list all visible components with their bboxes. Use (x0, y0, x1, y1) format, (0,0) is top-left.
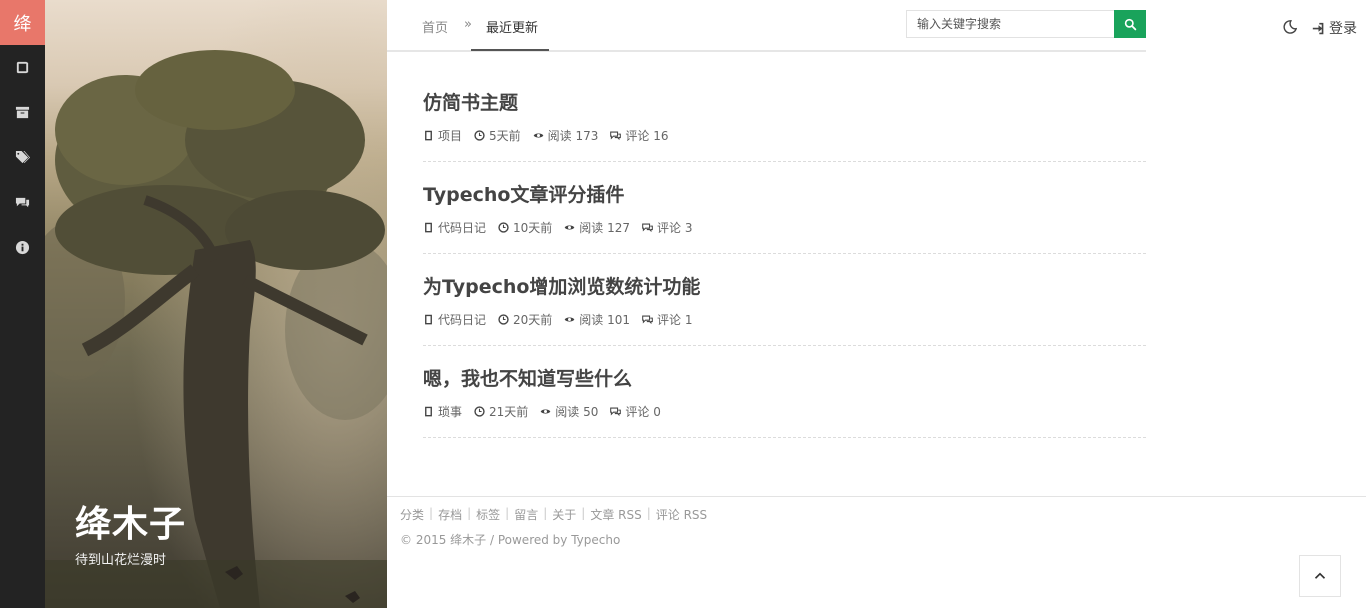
info-icon[interactable] (0, 225, 45, 270)
comments-icon (610, 131, 622, 141)
post-time: 10天前 (513, 221, 553, 235)
clock-icon (474, 130, 485, 141)
post-item: 仿简书主题 项目 5天前 阅读 173 评论 16 (423, 70, 1146, 162)
post-comments: 评论 0 (625, 405, 661, 419)
footer-link-comments-rss[interactable]: 评论 RSS (656, 506, 707, 523)
eye-icon (564, 225, 575, 230)
divider: | (429, 506, 434, 520)
footer-link-archive[interactable]: 存档 (438, 506, 462, 523)
comments-icon (642, 223, 653, 233)
divider: | (581, 506, 586, 520)
book-icon[interactable] (0, 45, 45, 90)
eye-icon (533, 133, 543, 138)
back-to-top-button[interactable] (1299, 555, 1341, 597)
login-label: 登录 (1329, 21, 1357, 37)
footer-links: 分类 | 存档 | 标签 | 留言 | 关于 | 文章 RSS | 评论 RSS (400, 506, 707, 523)
eye-icon (564, 317, 575, 322)
hero-image-panel: 绛木子 待到山花烂漫时 (45, 0, 387, 608)
post-title[interactable]: 嗯，我也不知道写些什么 (423, 364, 632, 391)
footer-link-guestbook[interactable]: 留言 (514, 506, 538, 523)
post-item: Typecho文章评分插件 代码日记 10天前 阅读 127 评论 3 (423, 162, 1146, 254)
site-subtitle: 待到山花烂漫时 (75, 553, 167, 568)
search-input[interactable] (906, 10, 1114, 38)
comments-icon (642, 315, 653, 325)
post-views: 阅读 50 (555, 405, 599, 419)
clock-icon (498, 222, 509, 233)
site-logo[interactable]: 绛 (0, 0, 45, 45)
post-views: 阅读 173 (547, 129, 599, 143)
book-icon (425, 130, 432, 141)
post-category[interactable]: 代码日记 (438, 311, 486, 328)
post-views: 阅读 101 (579, 313, 631, 327)
post-category[interactable]: 项目 (438, 127, 462, 144)
post-list: 仿简书主题 项目 5天前 阅读 173 评论 16 Typecho文章评分插件 … (423, 70, 1146, 438)
site-title: 绛木子 (75, 504, 187, 545)
chevron-up-icon (1314, 572, 1326, 579)
post-comments: 评论 16 (625, 129, 669, 143)
post-views: 阅读 127 (579, 221, 631, 235)
divider: | (467, 506, 472, 520)
copyright: © 2015 绛木子 / Powered by Typecho (400, 533, 621, 547)
post-comments: 评论 1 (657, 313, 693, 327)
book-icon (425, 314, 432, 325)
post-category[interactable]: 琐事 (438, 403, 462, 420)
footer-link-about[interactable]: 关于 (552, 506, 576, 523)
search-button[interactable] (1114, 10, 1146, 38)
post-time: 20天前 (513, 313, 553, 327)
footer: 分类 | 存档 | 标签 | 留言 | 关于 | 文章 RSS | 评论 RSS © 201… (387, 496, 1366, 608)
archive-icon[interactable] (0, 90, 45, 135)
post-time: 5天前 (489, 129, 521, 143)
search-form (906, 10, 1146, 38)
post-meta: 琐事 21天前 阅读 50 评论 0 (423, 403, 661, 420)
left-sidebar: 绛 (0, 0, 45, 608)
sign-in-icon (1312, 22, 1324, 34)
post-item: 嗯，我也不知道写些什么 琐事 21天前 阅读 50 评论 0 (423, 346, 1146, 438)
footer-link-tags[interactable]: 标签 (476, 506, 500, 523)
footer-link-categories[interactable]: 分类 (400, 506, 424, 523)
login-button[interactable]: 登录 (1312, 18, 1357, 38)
tags-icon[interactable] (0, 135, 45, 180)
post-title[interactable]: Typecho文章评分插件 (423, 180, 624, 207)
moon-icon[interactable] (1283, 20, 1297, 34)
active-tab-underline (471, 49, 549, 51)
book-icon (425, 406, 432, 417)
search-icon (1124, 18, 1136, 30)
eye-icon (540, 409, 551, 414)
post-meta: 代码日记 20天前 阅读 101 评论 1 (423, 311, 692, 328)
post-title[interactable]: 为Typecho增加浏览数统计功能 (423, 272, 700, 299)
breadcrumb-current: 最近更新 (486, 21, 539, 36)
post-comments: 评论 3 (657, 221, 693, 235)
post-item: 为Typecho增加浏览数统计功能 代码日记 20天前 阅读 101 评论 1 (423, 254, 1146, 346)
comments-icon (610, 407, 622, 417)
clock-icon (498, 314, 509, 325)
post-meta: 项目 5天前 阅读 173 评论 16 (423, 127, 668, 144)
post-title[interactable]: 仿简书主题 (423, 88, 518, 115)
comments-icon[interactable] (0, 180, 45, 225)
book-icon (425, 222, 432, 233)
divider: | (505, 506, 510, 520)
post-meta: 代码日记 10天前 阅读 127 评论 3 (423, 219, 692, 236)
divider: | (646, 506, 651, 520)
post-time: 21天前 (489, 405, 529, 419)
post-category[interactable]: 代码日记 (438, 219, 486, 236)
breadcrumb-home[interactable]: 首页 (422, 17, 448, 36)
clock-icon (474, 406, 485, 417)
divider: | (543, 506, 548, 520)
top-nav: 首页 » 最近更新 (387, 0, 1146, 52)
footer-link-posts-rss[interactable]: 文章 RSS (590, 506, 641, 523)
breadcrumb-separator: » (464, 17, 472, 32)
